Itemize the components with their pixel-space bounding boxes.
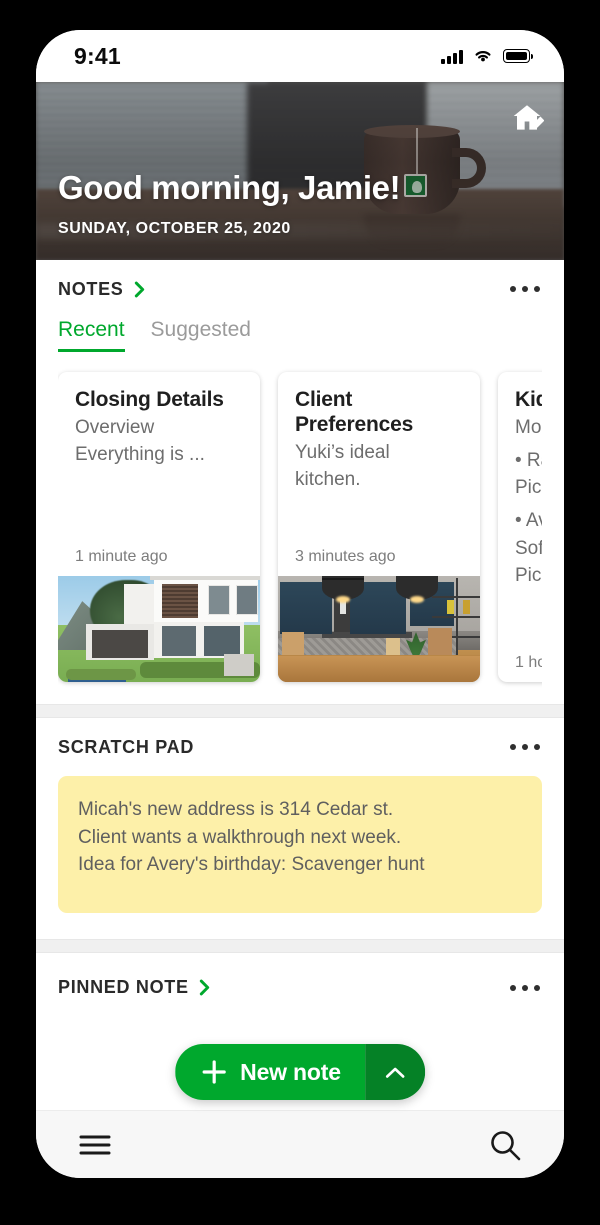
search-icon[interactable] — [488, 1128, 522, 1162]
note-card[interactable]: Client Preferences Yuki’s ideal kitchen.… — [278, 372, 480, 682]
note-card-timestamp: 1 minute ago — [75, 548, 168, 565]
battery-full-icon — [503, 49, 533, 63]
chevron-right-icon — [134, 281, 144, 297]
scratch-pad-section: SCRATCH PAD Micah's new address is 314 C… — [36, 718, 564, 913]
chevron-up-icon — [385, 1067, 405, 1078]
scratch-pad-line: Idea for Avery's birthday: Scavenger hun… — [78, 854, 425, 876]
note-card-list-item-cont: Picku — [515, 477, 542, 499]
note-card-list-item-cont: Softba — [515, 537, 542, 559]
notes-tabs: Recent Suggested — [58, 318, 542, 358]
pinned-note-title-link[interactable]: PINNED NOTE — [58, 977, 210, 998]
scratch-pad-line: Micah's new address is 314 Cedar st. — [78, 799, 394, 820]
notes-section: NOTES Recent Suggested Closing Details O… — [36, 260, 564, 704]
note-card[interactable]: Kids’ Mond • Ray - Picku • Aver Softba P… — [498, 372, 542, 682]
section-divider — [36, 938, 564, 953]
status-icons — [441, 48, 533, 64]
status-bar: 9:41 — [36, 30, 564, 82]
new-note-label: New note — [240, 1058, 341, 1085]
note-card-preview: kitchen. — [295, 468, 361, 490]
tab-suggested[interactable]: Suggested — [151, 318, 251, 352]
new-note-button[interactable]: New note — [175, 1044, 365, 1100]
note-card-list-item: • Ray - — [515, 449, 542, 471]
note-card-timestamp: 3 minutes ago — [295, 548, 396, 565]
wifi-icon — [475, 51, 491, 62]
hero-header: Good morning, Jamie! SUNDAY, OCTOBER 25,… — [36, 82, 564, 260]
section-divider — [36, 704, 564, 718]
cellular-signal-icon — [441, 49, 463, 64]
new-note-fab[interactable]: New note — [175, 1044, 425, 1100]
phone-screen: 9:41 Good morning, Jamie! SUNDAY, OCTOBE… — [36, 30, 564, 1178]
scratch-pad-title: SCRATCH PAD — [58, 736, 195, 757]
note-card-list-item-cont: Picku — [515, 564, 542, 586]
bottom-navigation-bar — [36, 1110, 564, 1178]
note-card-title: Kids’ — [515, 388, 542, 411]
note-card-subtitle: Mond — [515, 416, 542, 438]
hamburger-menu-icon[interactable] — [78, 1133, 112, 1157]
note-card-list-item: • Aver — [515, 510, 542, 532]
tab-recent[interactable]: Recent — [58, 318, 125, 352]
notes-card-carousel[interactable]: Closing Details Overview Everything is .… — [58, 358, 542, 704]
pinned-note-overflow-button[interactable] — [508, 975, 542, 1001]
note-card-title: Client Preferences — [295, 388, 414, 436]
pinned-note-section: PINNED NOTE — [36, 952, 564, 1017]
home-edit-icon[interactable] — [510, 102, 544, 136]
chevron-right-icon — [199, 979, 209, 996]
scratch-pad-overflow-button[interactable] — [508, 734, 542, 760]
new-note-expand-button[interactable] — [364, 1044, 425, 1100]
plus-icon — [202, 1060, 226, 1084]
pinned-note-header: PINNED NOTE — [58, 959, 542, 1017]
note-card-preview: Everything is ... — [75, 443, 205, 465]
notes-title-link[interactable]: NOTES — [58, 279, 145, 300]
note-card-image-kitchen — [278, 576, 480, 682]
note-card-image-house — [58, 576, 260, 682]
phone-frame: 9:41 Good morning, Jamie! SUNDAY, OCTOBE… — [0, 0, 600, 1225]
note-card-title: Closing Details — [75, 388, 224, 411]
notes-title: NOTES — [58, 278, 124, 299]
scratch-pad-header: SCRATCH PAD — [58, 718, 542, 776]
note-card-subtitle: Yuki’s ideal — [295, 441, 390, 463]
notes-section-header: NOTES — [58, 260, 542, 318]
scratch-pad-note[interactable]: Micah's new address is 314 Cedar st. Cli… — [58, 776, 542, 913]
note-card-subtitle: Overview — [75, 416, 155, 438]
note-card[interactable]: Closing Details Overview Everything is .… — [58, 372, 260, 682]
status-time: 9:41 — [74, 42, 121, 69]
note-card-timestamp: 1 hour — [515, 654, 542, 671]
notes-overflow-button[interactable] — [508, 276, 542, 302]
scratch-pad-line: Client wants a walkthrough next week. — [78, 826, 402, 848]
greeting-title: Good morning, Jamie! — [58, 169, 401, 207]
hero-date: SUNDAY, OCTOBER 25, 2020 — [58, 220, 291, 237]
pinned-note-title: PINNED NOTE — [58, 977, 189, 998]
hero-text: Good morning, Jamie! SUNDAY, OCTOBER 25,… — [58, 169, 401, 238]
